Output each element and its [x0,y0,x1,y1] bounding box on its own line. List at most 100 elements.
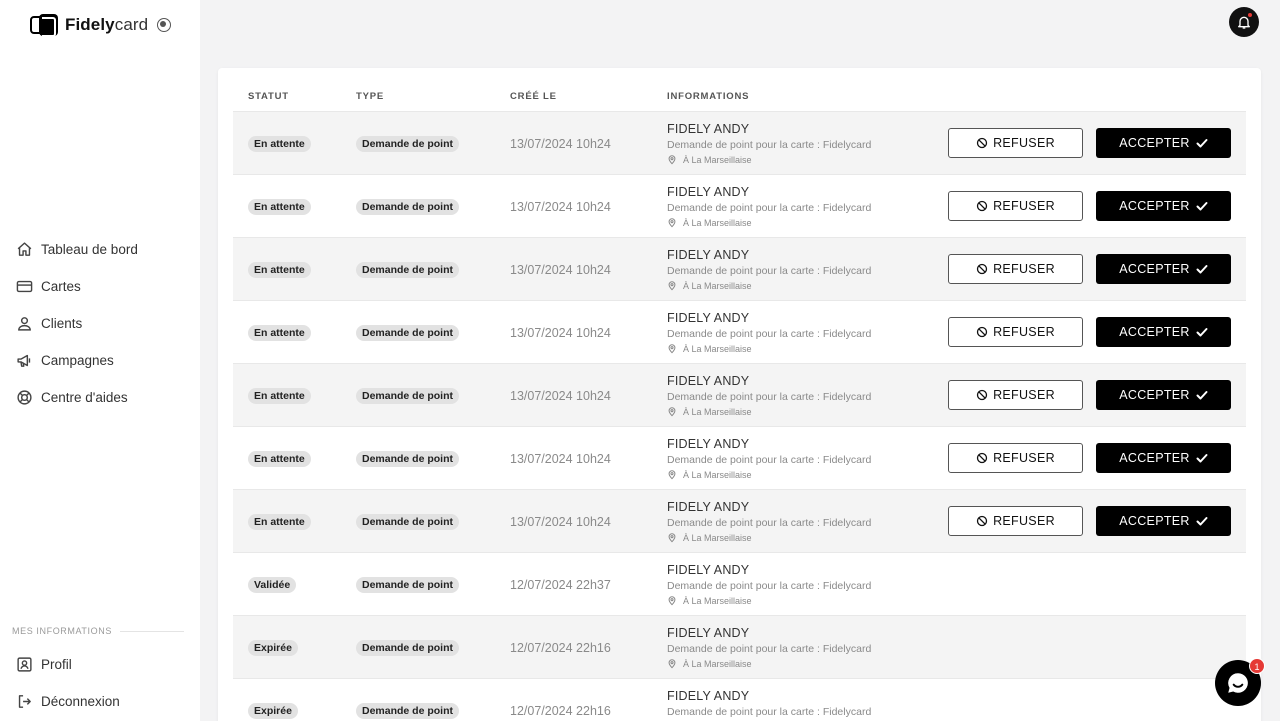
request-location: À La Marseillaise [667,595,871,606]
sidebar-item-campaigns[interactable]: Campagnes [16,342,138,379]
column-header-created: CRÉÉ LE [510,91,557,102]
request-info: FIDELY ANDY Demande de point pour la car… [667,437,871,480]
table-row: En attente Demande de point 13/07/2024 1… [233,237,1246,300]
location-text: À La Marseillaise [683,595,752,606]
status-badge: En attente [248,136,311,152]
type-badge: Demande de point [356,451,460,467]
type-badge: Demande de point [356,199,460,215]
profile-icon [17,657,32,672]
refuse-label: REFUSER [993,136,1055,150]
refuse-button[interactable]: REFUSER [948,128,1083,158]
request-location: À La Marseillaise [667,217,871,228]
sidebar-item-label: Profil [41,657,72,672]
created-date: 12/07/2024 22h37 [510,578,611,592]
refuse-button[interactable]: REFUSER [948,317,1083,347]
request-location: À La Marseillaise [667,154,871,165]
sidebar-item-label: Clients [41,316,83,331]
requests-table-card: STATUT TYPE CRÉÉ LE INFORMATIONS En atte… [218,68,1261,721]
column-header-status: STATUT [248,91,289,102]
table-row: En attente Demande de point 13/07/2024 1… [233,426,1246,489]
accept-button[interactable]: ACCEPTER [1096,128,1231,158]
type-badge: Demande de point [356,703,460,719]
type-badge: Demande de point [356,325,460,341]
brand-logo[interactable]: Fidelycard [30,13,148,37]
accept-label: ACCEPTER [1119,451,1190,465]
client-name: FIDELY ANDY [667,311,750,325]
refuse-label: REFUSER [993,514,1055,528]
accept-button[interactable]: ACCEPTER [1096,191,1231,221]
table-row: En attente Demande de point 13/07/2024 1… [233,174,1246,237]
type-badge: Demande de point [356,262,460,278]
request-info: FIDELY ANDY Demande de point pour la car… [667,248,871,291]
location-text: À La Marseillaise [683,406,752,417]
table-row: En attente Demande de point 13/07/2024 1… [233,300,1246,363]
refuse-label: REFUSER [993,451,1055,465]
record-icon[interactable] [157,18,171,32]
refuse-button[interactable]: REFUSER [948,254,1083,284]
accept-button[interactable]: ACCEPTER [1096,254,1231,284]
check-icon [1196,265,1208,274]
created-date: 13/07/2024 10h24 [510,263,611,277]
request-description: Demande de point pour la carte : Fidelyc… [667,706,872,718]
brand-name-light: card [114,15,149,34]
client-name: FIDELY ANDY [667,122,750,136]
brand-name-bold: Fidely [65,15,115,34]
accept-label: ACCEPTER [1119,136,1190,150]
sidebar-item-label: Centre d'aides [41,390,128,405]
request-location: À La Marseillaise [667,658,871,669]
chat-unread-badge: 1 [1249,658,1265,674]
sidebar-item-dashboard[interactable]: Tableau de bord [16,231,138,268]
table-body: En attente Demande de point 13/07/2024 1… [233,111,1246,721]
status-badge: En attente [248,199,311,215]
type-badge: Demande de point [356,577,460,593]
accept-button[interactable]: ACCEPTER [1096,380,1231,410]
column-header-type: TYPE [356,91,385,102]
check-icon [1196,517,1208,526]
status-badge: En attente [248,388,311,404]
request-location: À La Marseillaise [667,406,871,417]
refuse-button[interactable]: REFUSER [948,380,1083,410]
sidebar-item-help-center[interactable]: Centre d'aides [16,379,138,416]
table-row: Expirée Demande de point 12/07/2024 22h1… [233,678,1246,721]
type-badge: Demande de point [356,514,460,530]
request-description: Demande de point pour la carte : Fidelyc… [667,454,872,466]
sidebar-item-label: Cartes [41,279,81,294]
refuse-button[interactable]: REFUSER [948,506,1083,536]
location-text: À La Marseillaise [683,343,752,354]
client-name: FIDELY ANDY [667,689,750,703]
sidebar-item-cards[interactable]: Cartes [16,268,138,305]
sidebar-item-clients[interactable]: Clients [16,305,138,342]
refuse-button[interactable]: REFUSER [948,191,1083,221]
chat-launcher-button[interactable]: 1 [1215,658,1265,706]
request-description: Demande de point pour la carte : Fidelyc… [667,202,872,214]
accept-button[interactable]: ACCEPTER [1096,443,1231,473]
map-pin-icon [668,344,676,354]
type-badge: Demande de point [356,388,460,404]
main-nav: Tableau de bord Cartes Clients Campagnes… [16,231,138,416]
check-icon [1196,328,1208,337]
accept-button[interactable]: ACCEPTER [1096,506,1231,536]
accept-button[interactable]: ACCEPTER [1096,317,1231,347]
ban-icon [976,200,988,212]
created-date: 13/07/2024 10h24 [510,137,611,151]
request-description: Demande de point pour la carte : Fidelyc… [667,643,872,655]
notification-bell-button[interactable] [1229,7,1259,37]
client-name: FIDELY ANDY [667,437,750,451]
refuse-label: REFUSER [993,388,1055,402]
column-header-info: INFORMATIONS [667,91,750,102]
check-icon [1196,202,1208,211]
sidebar-item-logout[interactable]: Déconnexion [16,683,120,720]
client-name: FIDELY ANDY [667,185,750,199]
sidebar-item-label: Tableau de bord [41,242,138,257]
created-date: 13/07/2024 10h24 [510,515,611,529]
request-description: Demande de point pour la carte : Fidelyc… [667,580,872,592]
table-row: Expirée Demande de point 12/07/2024 22h1… [233,615,1246,678]
ban-icon [976,326,988,338]
sidebar-item-profile[interactable]: Profil [16,646,120,683]
card-icon [16,280,33,293]
request-info: FIDELY ANDY Demande de point pour la car… [667,626,871,669]
refuse-button[interactable]: REFUSER [948,443,1083,473]
request-info: FIDELY ANDY Demande de point pour la car… [667,122,871,165]
ban-icon [976,137,988,149]
created-date: 13/07/2024 10h24 [510,326,611,340]
